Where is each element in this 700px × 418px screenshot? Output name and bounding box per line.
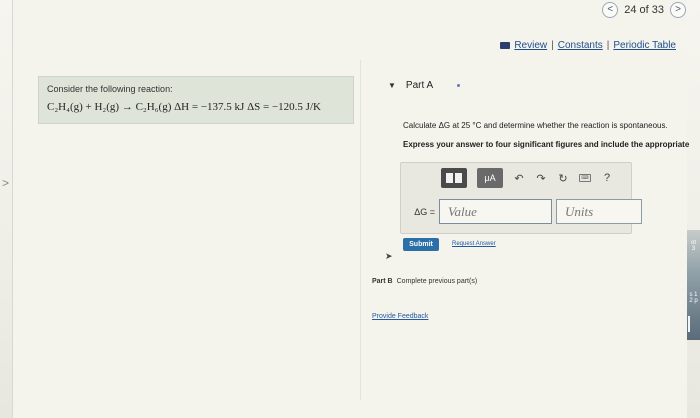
reset-icon[interactable]: ↻ [557,172,569,185]
resource-links: Review | Constants | Periodic Table [500,40,676,51]
answer-input-row: ΔG = [407,199,642,224]
separator: | [606,40,610,51]
review-link[interactable]: Review [514,40,547,51]
part-a-instruction: Express your answer to four significant … [403,140,690,149]
problem-intro: Consider the following reaction: [47,84,173,94]
sliver-text: 3 [691,246,696,252]
mouse-cursor-icon: ➤ [385,251,393,261]
provide-feedback-link[interactable]: Provide Feedback [372,313,428,320]
math-toolbar: μA ↶ ↷ ↻ ⌨ ? [441,168,613,188]
units-input[interactable] [556,199,642,224]
problem-navigation: < 24 of 33 > [602,2,686,18]
answer-panel: μA ↶ ↷ ↻ ⌨ ? ΔG = [400,162,642,234]
next-problem-button[interactable]: > [670,2,686,18]
constants-link[interactable]: Constants [558,40,603,51]
problem-statement: Consider the following reaction: C₂H₄(g)… [38,76,354,124]
value-input[interactable] [439,199,552,224]
delta-g-label: ΔG = [414,206,435,217]
sliver-text: 2 p [689,298,698,304]
status-dot-icon [457,84,461,87]
problem-counter: 24 of 33 [624,4,664,16]
collapse-caret-icon[interactable]: ▼ [388,81,396,90]
reaction-equation: C₂H₄(g) + H₂(g) → C₂H₆(g) ΔH = −137.5 kJ… [47,101,321,113]
help-icon[interactable]: ? [601,172,613,184]
request-answer-link[interactable]: Request Answer [452,241,496,247]
templates-button[interactable] [441,168,467,188]
part-b-status: Part B Complete previous part(s) [372,278,477,285]
previous-problem-button[interactable]: < [602,2,619,18]
redo-icon[interactable]: ↷ [535,172,547,185]
part-b-text: Complete previous part(s) [396,278,478,285]
part-a-title: Part A [405,80,434,91]
keyboard-icon[interactable]: ⌨ [579,174,591,182]
part-a-header[interactable]: ▼ Part A [388,80,461,91]
column-divider [360,60,361,400]
book-icon [500,42,511,49]
periodic-table-link[interactable]: Periodic Table [613,40,676,51]
left-edge-chevron-icon[interactable]: > [2,176,9,190]
scrollbar-thumb[interactable] [688,316,690,332]
part-b-label: Part B [372,278,393,285]
submit-button[interactable]: Submit [403,238,439,251]
units-button[interactable]: μA [477,168,503,188]
part-a-question: Calculate ΔG at 25 °C and determine whet… [403,121,668,130]
undo-icon[interactable]: ↶ [513,172,525,185]
separator: | [551,40,554,51]
